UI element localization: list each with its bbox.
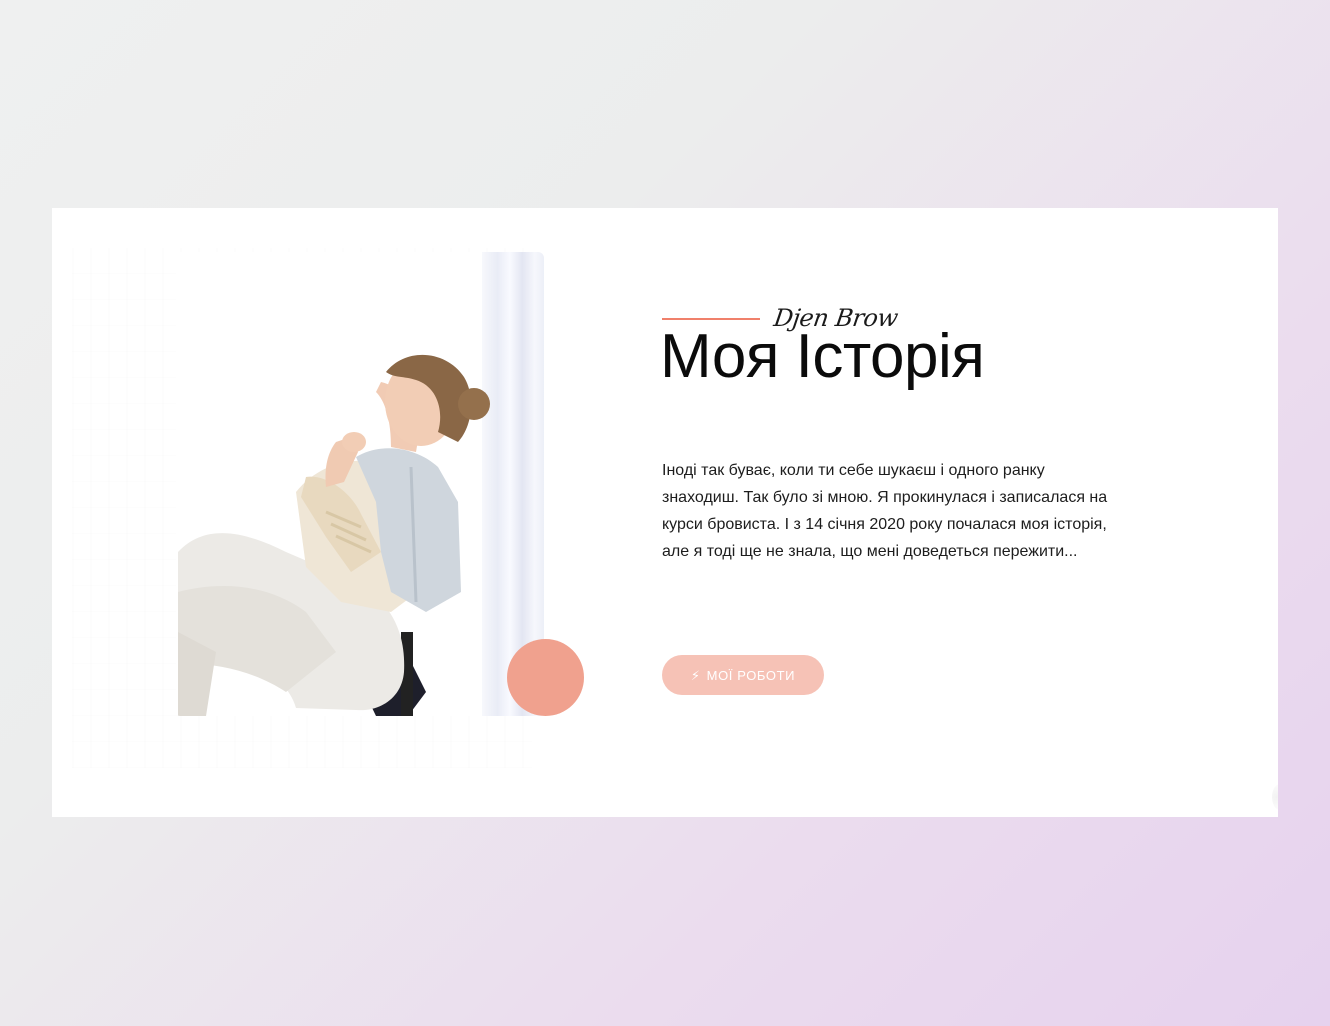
my-story-section: Djen Brow Моя Історія Іноді так буває, к… (52, 208, 1278, 817)
my-works-button-label: Мої роботи (706, 667, 796, 683)
my-works-button[interactable]: ⚡︎ Мої роботи (662, 655, 824, 695)
portrait-photo (176, 252, 544, 716)
page-background: Djen Brow Моя Історія Іноді так буває, к… (0, 0, 1330, 1026)
story-paragraph: Іноді так буває, коли ти себе шукаєш і о… (662, 462, 1108, 560)
woman-seated-illustration (178, 354, 490, 716)
accent-line (662, 318, 760, 320)
decorative-circle (507, 639, 584, 716)
section-title: Моя Історія (660, 322, 985, 391)
edge-decoration (1272, 784, 1278, 810)
bolt-icon: ⚡︎ (690, 667, 701, 683)
